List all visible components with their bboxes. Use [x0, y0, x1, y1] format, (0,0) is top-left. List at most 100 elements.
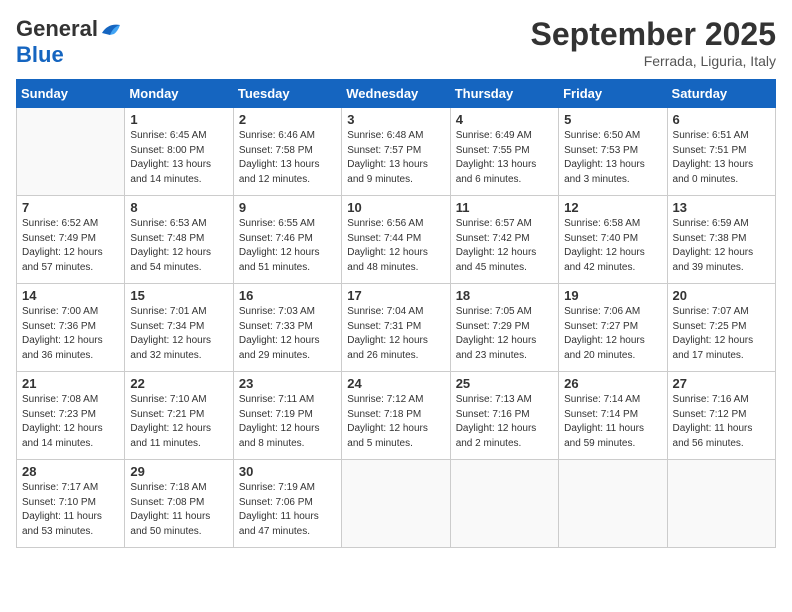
logo: General Blue	[16, 16, 122, 68]
cell-info: Sunrise: 7:14 AM Sunset: 7:14 PM Dayligh…	[564, 393, 661, 451]
day-number: 8	[130, 200, 227, 215]
day-number: 25	[456, 376, 553, 391]
calendar-cell: 14 Sunrise: 7:00 AM Sunset: 7:36 PM Dayli…	[17, 284, 125, 372]
calendar-cell: 26 Sunrise: 7:14 AM Sunset: 7:14 PM Dayli…	[559, 372, 667, 460]
logo-blue: Blue	[16, 42, 64, 67]
calendar-header-row: SundayMondayTuesdayWednesdayThursdayFrid…	[17, 80, 776, 108]
day-number: 21	[22, 376, 119, 391]
cell-info: Sunrise: 7:07 AM Sunset: 7:25 PM Dayligh…	[673, 305, 770, 363]
day-number: 12	[564, 200, 661, 215]
calendar-cell: 30 Sunrise: 7:19 AM Sunset: 7:06 PM Dayli…	[233, 460, 341, 548]
calendar-cell: 17 Sunrise: 7:04 AM Sunset: 7:31 PM Dayli…	[342, 284, 450, 372]
cell-info: Sunrise: 7:10 AM Sunset: 7:21 PM Dayligh…	[130, 393, 227, 451]
cell-info: Sunrise: 6:53 AM Sunset: 7:48 PM Dayligh…	[130, 217, 227, 275]
day-number: 9	[239, 200, 336, 215]
day-number: 13	[673, 200, 770, 215]
calendar-cell: 9 Sunrise: 6:55 AM Sunset: 7:46 PM Daylig…	[233, 196, 341, 284]
calendar-cell: 25 Sunrise: 7:13 AM Sunset: 7:16 PM Dayli…	[450, 372, 558, 460]
day-number: 5	[564, 112, 661, 127]
day-number: 2	[239, 112, 336, 127]
calendar-cell	[342, 460, 450, 548]
week-row-4: 21 Sunrise: 7:08 AM Sunset: 7:23 PM Dayli…	[17, 372, 776, 460]
cell-info: Sunrise: 7:05 AM Sunset: 7:29 PM Dayligh…	[456, 305, 553, 363]
cell-info: Sunrise: 7:01 AM Sunset: 7:34 PM Dayligh…	[130, 305, 227, 363]
day-number: 4	[456, 112, 553, 127]
calendar-cell: 21 Sunrise: 7:08 AM Sunset: 7:23 PM Dayli…	[17, 372, 125, 460]
cell-info: Sunrise: 7:03 AM Sunset: 7:33 PM Dayligh…	[239, 305, 336, 363]
cell-info: Sunrise: 6:55 AM Sunset: 7:46 PM Dayligh…	[239, 217, 336, 275]
day-number: 7	[22, 200, 119, 215]
day-number: 1	[130, 112, 227, 127]
cell-info: Sunrise: 6:52 AM Sunset: 7:49 PM Dayligh…	[22, 217, 119, 275]
day-number: 27	[673, 376, 770, 391]
calendar-cell: 15Sunrise: 7:01 AM Sunset: 7:34 PM Dayli…	[125, 284, 233, 372]
calendar-cell	[559, 460, 667, 548]
cell-info: Sunrise: 6:49 AM Sunset: 7:55 PM Dayligh…	[456, 129, 553, 187]
calendar-cell: 13 Sunrise: 6:59 AM Sunset: 7:38 PM Dayli…	[667, 196, 775, 284]
cell-info: Sunrise: 7:12 AM Sunset: 7:18 PM Dayligh…	[347, 393, 444, 451]
calendar-cell	[17, 108, 125, 196]
month-title-block: September 2025 Ferrada, Liguria, Italy	[531, 16, 776, 69]
location-subtitle: Ferrada, Liguria, Italy	[531, 53, 776, 69]
calendar-cell: 16 Sunrise: 7:03 AM Sunset: 7:33 PM Dayli…	[233, 284, 341, 372]
cell-info: Sunrise: 7:11 AM Sunset: 7:19 PM Dayligh…	[239, 393, 336, 451]
day-number: 24	[347, 376, 444, 391]
calendar-cell: 7 Sunrise: 6:52 AM Sunset: 7:49 PM Daylig…	[17, 196, 125, 284]
week-row-5: 28 Sunrise: 7:17 AM Sunset: 7:10 PM Dayli…	[17, 460, 776, 548]
day-number: 30	[239, 464, 336, 479]
day-header-sunday: Sunday	[17, 80, 125, 108]
logo-general: General	[16, 16, 98, 42]
day-number: 14	[22, 288, 119, 303]
calendar-cell: 8 Sunrise: 6:53 AM Sunset: 7:48 PM Daylig…	[125, 196, 233, 284]
day-header-thursday: Thursday	[450, 80, 558, 108]
cell-info: Sunrise: 6:45 AM Sunset: 8:00 PM Dayligh…	[130, 129, 227, 187]
cell-info: Sunrise: 6:58 AM Sunset: 7:40 PM Dayligh…	[564, 217, 661, 275]
calendar-cell: 6Sunrise: 6:51 AM Sunset: 7:51 PM Daylig…	[667, 108, 775, 196]
calendar-cell: 12 Sunrise: 6:58 AM Sunset: 7:40 PM Dayli…	[559, 196, 667, 284]
day-number: 20	[673, 288, 770, 303]
day-header-friday: Friday	[559, 80, 667, 108]
day-number: 16	[239, 288, 336, 303]
cell-info: Sunrise: 7:13 AM Sunset: 7:16 PM Dayligh…	[456, 393, 553, 451]
cell-info: Sunrise: 6:50 AM Sunset: 7:53 PM Dayligh…	[564, 129, 661, 187]
calendar-cell: 18 Sunrise: 7:05 AM Sunset: 7:29 PM Dayli…	[450, 284, 558, 372]
day-header-saturday: Saturday	[667, 80, 775, 108]
cell-info: Sunrise: 6:59 AM Sunset: 7:38 PM Dayligh…	[673, 217, 770, 275]
cell-info: Sunrise: 7:17 AM Sunset: 7:10 PM Dayligh…	[22, 481, 119, 539]
page-header: General Blue September 2025 Ferrada, Lig…	[16, 16, 776, 69]
cell-info: Sunrise: 7:16 AM Sunset: 7:12 PM Dayligh…	[673, 393, 770, 451]
week-row-1: 1 Sunrise: 6:45 AM Sunset: 8:00 PM Daylig…	[17, 108, 776, 196]
calendar-cell: 11Sunrise: 6:57 AM Sunset: 7:42 PM Dayli…	[450, 196, 558, 284]
day-number: 3	[347, 112, 444, 127]
week-row-2: 7 Sunrise: 6:52 AM Sunset: 7:49 PM Daylig…	[17, 196, 776, 284]
calendar-cell: 5 Sunrise: 6:50 AM Sunset: 7:53 PM Daylig…	[559, 108, 667, 196]
cell-info: Sunrise: 7:04 AM Sunset: 7:31 PM Dayligh…	[347, 305, 444, 363]
calendar-cell: 20 Sunrise: 7:07 AM Sunset: 7:25 PM Dayli…	[667, 284, 775, 372]
calendar-cell: 10Sunrise: 6:56 AM Sunset: 7:44 PM Dayli…	[342, 196, 450, 284]
calendar-cell: 23Sunrise: 7:11 AM Sunset: 7:19 PM Dayli…	[233, 372, 341, 460]
calendar-cell	[450, 460, 558, 548]
cell-info: Sunrise: 7:00 AM Sunset: 7:36 PM Dayligh…	[22, 305, 119, 363]
day-number: 10	[347, 200, 444, 215]
calendar-cell: 27 Sunrise: 7:16 AM Sunset: 7:12 PM Dayli…	[667, 372, 775, 460]
week-row-3: 14 Sunrise: 7:00 AM Sunset: 7:36 PM Dayli…	[17, 284, 776, 372]
day-header-tuesday: Tuesday	[233, 80, 341, 108]
cell-info: Sunrise: 6:57 AM Sunset: 7:42 PM Dayligh…	[456, 217, 553, 275]
calendar-table: SundayMondayTuesdayWednesdayThursdayFrid…	[16, 79, 776, 548]
calendar-cell	[667, 460, 775, 548]
calendar-cell: 1 Sunrise: 6:45 AM Sunset: 8:00 PM Daylig…	[125, 108, 233, 196]
day-number: 18	[456, 288, 553, 303]
calendar-cell: 22 Sunrise: 7:10 AM Sunset: 7:21 PM Dayli…	[125, 372, 233, 460]
cell-info: Sunrise: 7:08 AM Sunset: 7:23 PM Dayligh…	[22, 393, 119, 451]
day-number: 22	[130, 376, 227, 391]
day-number: 19	[564, 288, 661, 303]
day-number: 26	[564, 376, 661, 391]
calendar-cell: 19Sunrise: 7:06 AM Sunset: 7:27 PM Dayli…	[559, 284, 667, 372]
day-number: 28	[22, 464, 119, 479]
cell-info: Sunrise: 6:48 AM Sunset: 7:57 PM Dayligh…	[347, 129, 444, 187]
cell-info: Sunrise: 7:19 AM Sunset: 7:06 PM Dayligh…	[239, 481, 336, 539]
cell-info: Sunrise: 6:46 AM Sunset: 7:58 PM Dayligh…	[239, 129, 336, 187]
day-header-wednesday: Wednesday	[342, 80, 450, 108]
calendar-cell: 29Sunrise: 7:18 AM Sunset: 7:08 PM Dayli…	[125, 460, 233, 548]
day-number: 17	[347, 288, 444, 303]
